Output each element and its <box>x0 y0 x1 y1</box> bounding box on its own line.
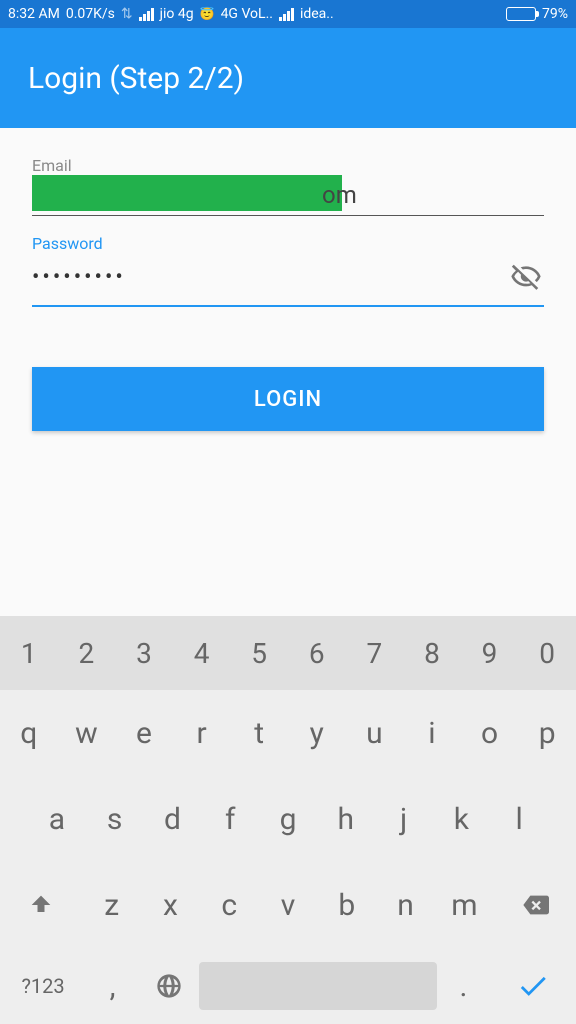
key-shift[interactable] <box>0 862 82 948</box>
globe-icon <box>155 972 183 1000</box>
password-field-group: Password <box>32 234 544 307</box>
key-k[interactable]: k <box>432 776 490 862</box>
key-7[interactable]: 7 <box>346 616 404 690</box>
key-5[interactable]: 5 <box>230 616 288 690</box>
key-j[interactable]: j <box>375 776 433 862</box>
backspace-icon <box>521 891 549 919</box>
title-bar: Login (Step 2/2) <box>0 28 576 128</box>
key-period[interactable]: . <box>437 948 490 1024</box>
key-v[interactable]: v <box>259 862 318 948</box>
key-backspace[interactable] <box>494 862 576 948</box>
key-6[interactable]: 6 <box>288 616 346 690</box>
signal-2-icon <box>279 8 294 21</box>
key-x[interactable]: x <box>141 862 200 948</box>
key-m[interactable]: m <box>435 862 494 948</box>
key-f[interactable]: f <box>201 776 259 862</box>
kb-bottom-row: ?123 , . <box>0 948 576 1024</box>
carrier-2: idea.. <box>300 6 334 22</box>
network-1: 4G VoL.. <box>221 6 273 22</box>
spacebar-icon <box>199 962 437 1010</box>
key-w[interactable]: w <box>58 690 116 776</box>
data-arrows-icon: ⇅ <box>121 6 133 22</box>
page-title: Login (Step 2/2) <box>28 61 244 96</box>
key-b[interactable]: b <box>317 862 376 948</box>
key-space[interactable] <box>199 948 437 1024</box>
status-speed: 0.07K/s <box>66 6 115 22</box>
key-n[interactable]: n <box>376 862 435 948</box>
key-t[interactable]: t <box>230 690 288 776</box>
key-9[interactable]: 9 <box>461 616 519 690</box>
login-button[interactable]: LOGIN <box>32 367 544 431</box>
key-l[interactable]: l <box>490 776 548 862</box>
key-u[interactable]: u <box>346 690 404 776</box>
key-enter[interactable] <box>490 948 576 1024</box>
emoji-icon: 😇 <box>200 7 215 21</box>
email-label: Email <box>32 156 544 175</box>
carrier-1: jio 4g <box>160 6 194 22</box>
login-form: Email om Password LOGIN <box>0 128 576 616</box>
key-symbols[interactable]: ?123 <box>0 948 86 1024</box>
email-redaction <box>32 175 342 211</box>
key-c[interactable]: c <box>200 862 259 948</box>
kb-row-3: z x c v b n m <box>0 862 576 948</box>
email-field-group: Email om <box>32 156 544 216</box>
key-i[interactable]: i <box>403 690 461 776</box>
toggle-password-visibility-button[interactable] <box>508 259 544 295</box>
check-icon <box>516 969 550 1003</box>
key-2[interactable]: 2 <box>58 616 116 690</box>
key-4[interactable]: 4 <box>173 616 231 690</box>
email-visible-text: om <box>322 181 357 209</box>
key-g[interactable]: g <box>259 776 317 862</box>
soft-keyboard: 1 2 3 4 5 6 7 8 9 0 q w e r t y u i o p … <box>0 616 576 1024</box>
kb-number-row: 1 2 3 4 5 6 7 8 9 0 <box>0 616 576 690</box>
signal-1-icon <box>139 8 154 21</box>
battery-icon <box>506 7 536 21</box>
key-p[interactable]: p <box>518 690 576 776</box>
key-1[interactable]: 1 <box>0 616 58 690</box>
key-s[interactable]: s <box>86 776 144 862</box>
key-8[interactable]: 8 <box>403 616 461 690</box>
key-d[interactable]: d <box>144 776 202 862</box>
key-a[interactable]: a <box>28 776 86 862</box>
key-0[interactable]: 0 <box>518 616 576 690</box>
battery-percent: 79% <box>542 6 568 22</box>
status-bar: 8:32 AM 0.07K/s ⇅ jio 4g 😇 4G VoL.. idea.… <box>0 0 576 28</box>
key-o[interactable]: o <box>461 690 519 776</box>
status-left: 8:32 AM 0.07K/s ⇅ jio 4g 😇 4G VoL.. idea.… <box>8 6 334 22</box>
status-time: 8:32 AM <box>8 6 60 22</box>
kb-row-1: q w e r t y u i o p <box>0 690 576 776</box>
key-z[interactable]: z <box>82 862 141 948</box>
status-right: 79% <box>506 6 568 22</box>
eye-off-icon <box>510 261 542 293</box>
password-label: Password <box>32 234 544 253</box>
password-input[interactable] <box>32 265 508 290</box>
kb-row-2: a s d f g h j k l <box>0 776 576 862</box>
key-h[interactable]: h <box>317 776 375 862</box>
key-3[interactable]: 3 <box>115 616 173 690</box>
key-r[interactable]: r <box>173 690 231 776</box>
key-language[interactable] <box>139 948 199 1024</box>
shift-icon <box>27 891 55 919</box>
key-y[interactable]: y <box>288 690 346 776</box>
email-input[interactable]: om <box>32 181 544 216</box>
key-comma[interactable]: , <box>86 948 139 1024</box>
key-q[interactable]: q <box>0 690 58 776</box>
key-e[interactable]: e <box>115 690 173 776</box>
